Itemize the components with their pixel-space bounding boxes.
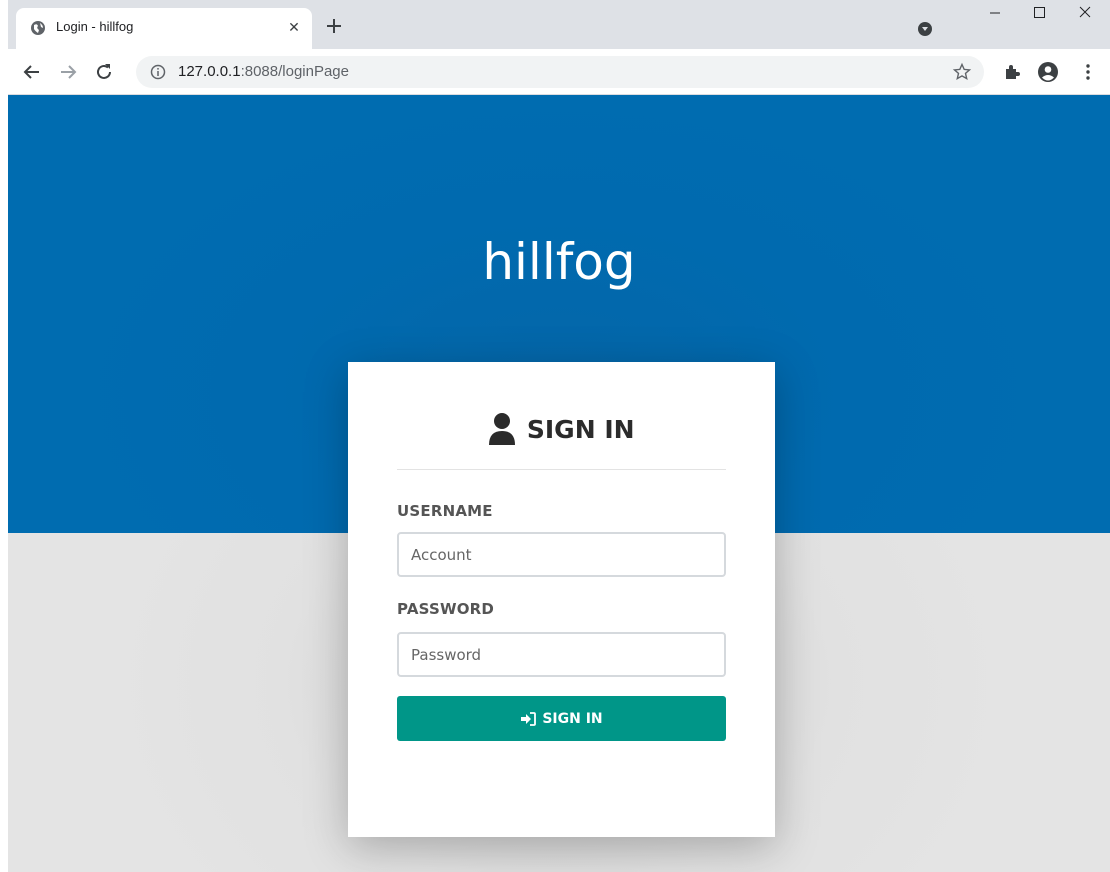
browser-toolbar: 127.0.0.1:8088/loginPage (8, 49, 1110, 95)
media-control-icon[interactable] (918, 22, 932, 36)
card-title: SIGN IN (526, 414, 635, 444)
browser-tab[interactable]: Login - hillfog ✕ (16, 8, 312, 49)
minimize-icon[interactable] (972, 0, 1018, 30)
maximize-icon[interactable] (1016, 0, 1062, 30)
user-icon (489, 413, 516, 445)
sign-in-icon (521, 711, 537, 726)
username-label: USERNAME (397, 502, 493, 520)
sign-in-button[interactable]: SIGN IN (397, 696, 726, 741)
close-tab-icon[interactable]: ✕ (284, 17, 304, 37)
tab-title: Login - hillfog (56, 19, 134, 34)
back-icon[interactable] (20, 60, 44, 84)
browser-window: Login - hillfog ✕ 127.0.0.1:8088/loginPa… (8, 0, 1110, 872)
address-bar[interactable]: 127.0.0.1:8088/loginPage (136, 56, 984, 88)
sign-in-button-label: SIGN IN (542, 710, 603, 727)
more-menu-icon[interactable] (1076, 60, 1100, 84)
card-header: SIGN IN (348, 412, 775, 452)
info-icon[interactable] (150, 64, 166, 80)
bookmark-star-icon[interactable] (952, 62, 972, 82)
username-input[interactable] (397, 532, 726, 577)
page-viewport: hillfog SIGN IN USERNAME PASSWORD SIGN I… (8, 95, 1110, 872)
password-input[interactable] (397, 632, 726, 677)
url-text: 127.0.0.1:8088/loginPage (178, 63, 349, 80)
globe-icon (31, 21, 45, 35)
profile-avatar-icon[interactable] (1036, 60, 1060, 84)
reload-icon[interactable] (92, 60, 116, 84)
url-path: :8088/loginPage (240, 63, 349, 80)
close-window-icon[interactable] (1062, 0, 1108, 30)
extensions-puzzle-icon[interactable] (1000, 60, 1024, 84)
tab-strip: Login - hillfog ✕ (8, 0, 1110, 49)
forward-icon[interactable] (56, 60, 80, 84)
password-label: PASSWORD (397, 600, 495, 618)
login-card: SIGN IN USERNAME PASSWORD SIGN IN (348, 362, 775, 837)
new-tab-icon[interactable] (322, 14, 346, 38)
divider (397, 469, 726, 470)
url-host: 127.0.0.1 (178, 63, 241, 80)
brand-title: hillfog (482, 233, 636, 291)
